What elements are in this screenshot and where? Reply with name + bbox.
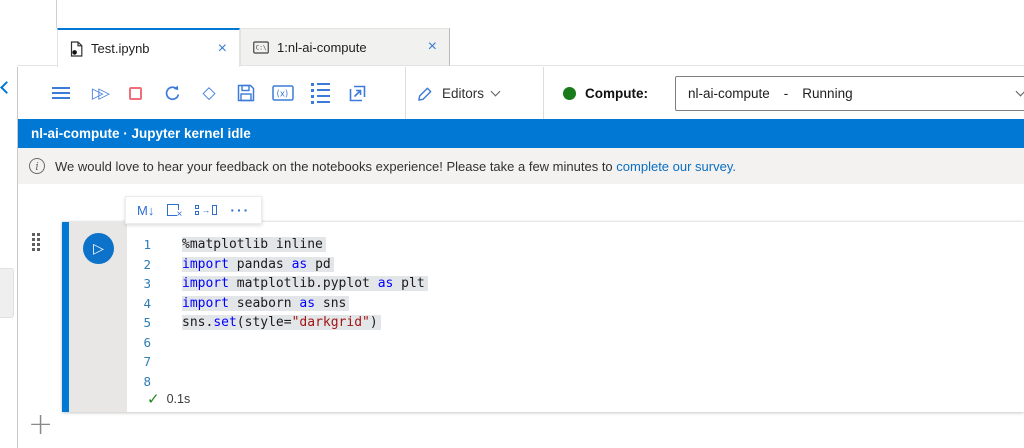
notebook-code-cell: ▷ 1%matplotlib inline2import pandas as p… <box>62 222 1024 412</box>
toolbar-separator <box>543 67 544 119</box>
notebook-file-icon <box>70 41 83 57</box>
code-line[interactable]: 3import matplotlib.pyplot as plt <box>127 274 1024 294</box>
survey-link[interactable]: complete our survey. <box>616 159 736 174</box>
code-line[interactable]: 5sns.set(style="darkgrid") <box>127 313 1024 333</box>
blocks-arrow-icon: → <box>195 205 217 215</box>
notebook-toolbar: ▷▷ ◇ (x) <box>18 67 1024 119</box>
info-icon: i <box>29 158 45 174</box>
pencil-icon <box>417 85 434 102</box>
line-number: 3 <box>127 276 151 291</box>
notice-text: We would love to hear your feedback on t… <box>55 159 736 174</box>
compute-running-dot-icon <box>563 87 576 100</box>
square-x-icon: × <box>167 204 179 216</box>
line-number: 8 <box>127 374 151 389</box>
clear-cell-output-button[interactable]: × <box>167 204 182 216</box>
kernel-status-text: nl-ai-compute · Jupyter kernel idle <box>31 126 251 141</box>
line-number: 2 <box>127 257 151 272</box>
split-cell-button[interactable]: → <box>195 205 217 215</box>
chevron-down-icon <box>1016 87 1024 97</box>
panel-divider <box>56 0 57 28</box>
code-line[interactable]: 8 <box>127 372 1024 392</box>
kernel-status-bar: nl-ai-compute · Jupyter kernel idle <box>18 119 1024 148</box>
editors-dropdown[interactable]: Editors <box>417 67 499 119</box>
tab-label: 1:nl-ai-compute <box>277 40 367 55</box>
variable-explorer-icon[interactable]: (x) <box>272 82 294 104</box>
table-of-contents-icon[interactable] <box>309 82 331 104</box>
line-number: 5 <box>127 315 151 330</box>
code-line[interactable]: 6 <box>127 333 1024 353</box>
clear-outputs-icon[interactable]: ◇ <box>198 82 220 104</box>
compute-label: Compute: <box>585 86 648 101</box>
close-tab-icon[interactable]: × <box>426 39 439 55</box>
compute-name: nl-ai-compute <box>688 86 770 101</box>
line-number: 4 <box>127 296 151 311</box>
line-number: 7 <box>127 354 151 369</box>
menu-icon[interactable] <box>50 82 72 104</box>
tab-label: Test.ipynb <box>91 41 150 56</box>
line-number: 6 <box>127 335 151 350</box>
tab-strip: Test.ipynb × C:\ 1:nl-ai-compute × <box>18 28 1024 66</box>
code-line[interactable]: 7 <box>127 352 1024 372</box>
tab-test-ipynb[interactable]: Test.ipynb × <box>57 28 240 67</box>
feedback-notice-bar: i We would love to hear your feedback on… <box>18 148 1024 184</box>
success-check-icon: ✓ <box>147 390 160 408</box>
add-cell-button[interactable]: + <box>28 410 53 440</box>
toolbar-separator <box>405 67 406 119</box>
execution-time: 0.1s <box>167 392 191 406</box>
run-all-icon[interactable]: ▷▷ <box>87 82 109 104</box>
code-lines: 1%matplotlib inline2import pandas as pd3… <box>127 235 1024 391</box>
compute-status: Compute: <box>563 67 648 119</box>
cell-toolbar: M↓ × → ··· <box>125 196 262 224</box>
editors-label: Editors <box>442 86 484 101</box>
code-editor[interactable]: 1%matplotlib inline2import pandas as pd3… <box>127 235 1024 391</box>
terminal-icon: C:\ <box>253 41 269 54</box>
stop-icon[interactable] <box>124 82 146 104</box>
compute-state: Running <box>802 86 852 101</box>
line-number: 1 <box>127 237 151 252</box>
compute-dash: - <box>784 86 789 101</box>
svg-text:C:\: C:\ <box>256 44 267 51</box>
execution-status: ✓ 0.1s <box>147 390 190 408</box>
close-tab-icon[interactable]: × <box>216 41 229 57</box>
convert-to-markdown-button[interactable]: M↓ <box>137 203 154 218</box>
compute-select[interactable]: nl-ai-compute - Running <box>675 76 1024 111</box>
run-cell-button[interactable]: ▷ <box>83 233 114 264</box>
selected-cell-indicator <box>62 222 69 412</box>
restart-kernel-icon[interactable] <box>161 82 183 104</box>
collapse-panel-icon[interactable] <box>0 81 13 94</box>
chevron-down-icon <box>491 86 501 96</box>
tab-terminal[interactable]: C:\ 1:nl-ai-compute × <box>240 28 450 66</box>
code-line[interactable]: 2import pandas as pd <box>127 255 1024 275</box>
code-line[interactable]: 1%matplotlib inline <box>127 235 1024 255</box>
collapsed-panel-handle[interactable] <box>0 268 14 318</box>
code-line[interactable]: 4import seaborn as sns <box>127 294 1024 314</box>
cell-drag-handle-icon[interactable] <box>32 233 40 251</box>
more-actions-button[interactable]: ··· <box>230 202 250 218</box>
save-icon[interactable] <box>235 82 257 104</box>
expand-icon[interactable] <box>346 82 368 104</box>
notebook-window: Test.ipynb × C:\ 1:nl-ai-compute × ▷▷ <box>0 0 1024 448</box>
svg-text:(x): (x) <box>277 90 289 100</box>
